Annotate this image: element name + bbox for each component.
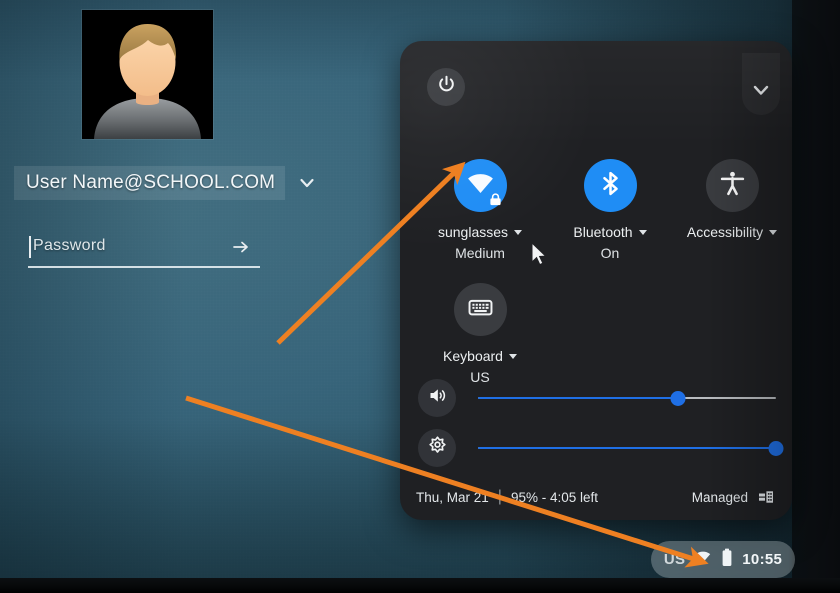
network-tile-icon[interactable] — [453, 159, 507, 212]
bluetooth-icon — [596, 169, 625, 203]
brightness-fill — [478, 446, 776, 450]
shelf-status-tray[interactable]: US 10:55 — [651, 541, 795, 578]
chromebook-login-screen: User Name@SCHOOL.COM Password sunglasses… — [0, 0, 840, 593]
avatar-image — [82, 10, 213, 139]
caret-down-icon[interactable] — [514, 229, 523, 235]
bluetooth-name: Bluetooth — [573, 224, 633, 240]
password-placeholder: Password — [33, 237, 106, 254]
battery-icon[interactable] — [721, 548, 733, 572]
screen-dark-region — [792, 0, 840, 580]
brightness-button[interactable] — [418, 429, 456, 467]
volume-up-icon — [427, 385, 448, 411]
footer-separator: | — [497, 488, 502, 505]
bluetooth-tile-icon[interactable] — [583, 159, 637, 212]
accessibility-icon — [718, 169, 747, 203]
quick-setting-network[interactable]: sunglasses Medium — [424, 159, 536, 261]
wifi-icon[interactable] — [694, 548, 712, 571]
username-chip[interactable]: User Name@SCHOOL.COM — [14, 166, 286, 200]
lock-badge-icon — [489, 193, 502, 206]
volume-button[interactable] — [418, 379, 456, 417]
power-icon — [436, 74, 457, 100]
keyboard-name: Keyboard — [443, 348, 503, 364]
brightness-slider-row[interactable] — [418, 425, 784, 471]
accessibility-tile-label[interactable]: Accessibility — [686, 224, 778, 240]
chevron-down-icon[interactable] — [297, 172, 317, 194]
quick-settings-footer: Thu, Mar 21 | 95% - 4:05 left Managed — [400, 474, 792, 520]
quick-setting-accessibility[interactable]: Accessibility — [672, 159, 792, 240]
laptop-bezel — [0, 578, 840, 593]
quick-setting-keyboard[interactable]: Keyboard US — [424, 283, 536, 385]
brightness-slider[interactable] — [478, 440, 784, 456]
clock[interactable]: 10:55 — [742, 551, 782, 568]
volume-knob[interactable] — [670, 390, 686, 406]
battery-status-label: 95% - 4:05 left — [510, 489, 598, 505]
brightness-knob[interactable] — [768, 440, 784, 456]
network-tile-label[interactable]: sunglasses — [437, 224, 523, 240]
collapse-panel-button[interactable] — [742, 53, 780, 115]
volume-slider[interactable] — [478, 390, 776, 406]
volume-fill — [478, 396, 678, 400]
managed-label[interactable]: Managed — [692, 490, 748, 505]
caret-down-icon[interactable] — [508, 353, 517, 359]
power-button[interactable] — [427, 68, 465, 106]
password-field[interactable]: Password — [28, 232, 260, 272]
text-cursor — [29, 236, 31, 258]
bluetooth-tile-sublabel: On — [600, 245, 620, 261]
chevron-down-icon — [750, 79, 772, 106]
ime-indicator[interactable]: US — [664, 551, 685, 568]
quick-settings-panel: sunglasses Medium Bluetooth On Accessibi… — [400, 41, 792, 520]
submit-password-button[interactable] — [228, 234, 254, 260]
brightness-icon — [427, 435, 448, 461]
network-tile-sublabel: Medium — [455, 245, 505, 261]
avatar[interactable] — [82, 10, 213, 139]
enterprise-icon[interactable] — [758, 489, 774, 505]
accessibility-tile-icon[interactable] — [705, 159, 759, 212]
keyboard-tile-icon[interactable] — [453, 283, 507, 336]
keyboard-tile-label[interactable]: Keyboard — [443, 348, 517, 364]
password-underline — [28, 266, 260, 268]
volume-slider-row[interactable] — [418, 375, 776, 421]
caret-down-icon[interactable] — [638, 229, 647, 235]
username-row[interactable]: User Name@SCHOOL.COM — [14, 166, 314, 200]
network-name: sunglasses — [437, 224, 509, 240]
keyboard-icon — [466, 293, 495, 327]
mouse-cursor — [531, 242, 547, 266]
caret-down-icon[interactable] — [769, 229, 778, 235]
accessibility-name: Accessibility — [686, 224, 764, 240]
quick-setting-bluetooth[interactable]: Bluetooth On — [554, 159, 666, 261]
date-label: Thu, Mar 21 — [416, 489, 489, 505]
bluetooth-tile-label[interactable]: Bluetooth — [573, 224, 647, 240]
